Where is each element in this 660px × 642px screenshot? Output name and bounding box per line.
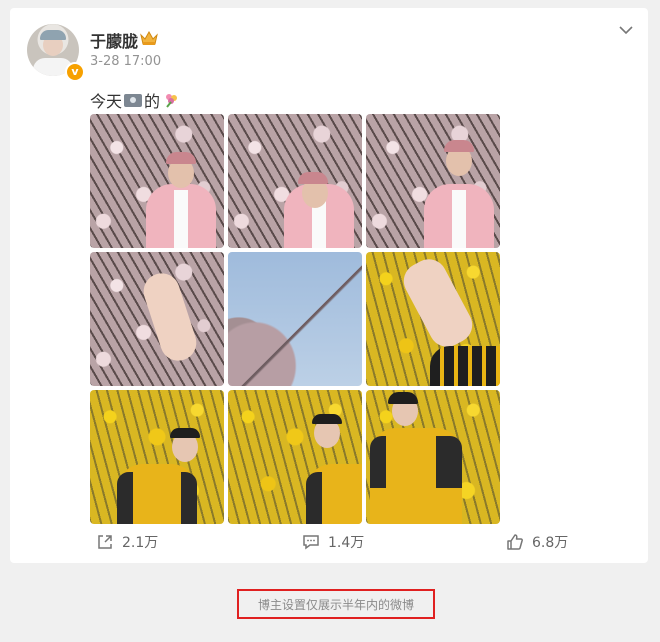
- comment-button[interactable]: 1.4万: [302, 532, 364, 552]
- photo-6[interactable]: [366, 252, 500, 386]
- username[interactable]: 于朦胧: [90, 28, 138, 52]
- photo-subject: [370, 428, 462, 524]
- photo-2[interactable]: [228, 114, 362, 248]
- photo-7[interactable]: [90, 390, 224, 524]
- photo-5[interactable]: [228, 252, 362, 386]
- post-text: 今天 的: [90, 88, 179, 112]
- photo-subject-hair: [170, 428, 200, 438]
- photo-subject: [146, 184, 216, 248]
- flower-emoji-icon: [166, 94, 178, 108]
- share-count: 2.1万: [122, 535, 159, 551]
- crown-icon: [140, 30, 158, 45]
- photo-sleeve: [430, 346, 500, 386]
- photo-hand: [397, 252, 479, 354]
- photo-subject-hat: [166, 152, 196, 164]
- photo-subject-hat: [298, 172, 328, 184]
- photo-hand: [138, 268, 202, 366]
- photo-8[interactable]: [228, 390, 362, 524]
- share-icon: [98, 535, 112, 549]
- timeline-limit-notice: 博主设置仅展示半年内的微博: [237, 589, 435, 619]
- thumbs-up-icon: [507, 534, 523, 550]
- photo-3[interactable]: [366, 114, 500, 248]
- action-bar: 2.1万 1.4万 6.8万: [10, 528, 648, 558]
- photo-1[interactable]: [90, 114, 224, 248]
- chevron-down-icon[interactable]: [618, 24, 634, 36]
- photo-subject: [117, 464, 197, 524]
- post-card: v 于朦胧 3-28 17:00 今天 的 2.1万 1.4万 6.8万: [10, 8, 648, 563]
- photo-9[interactable]: [366, 390, 500, 524]
- avatar-cap: [40, 30, 66, 40]
- post-text-before: 今天: [90, 92, 123, 111]
- like-button[interactable]: 6.8万: [506, 532, 568, 552]
- photo-subject-hair: [388, 392, 418, 404]
- photo-subject-hat: [444, 140, 474, 152]
- post-text-after: 的: [144, 92, 161, 111]
- like-count: 6.8万: [532, 535, 569, 551]
- post-timestamp[interactable]: 3-28 17:00: [90, 54, 161, 69]
- comment-count: 1.4万: [328, 535, 365, 551]
- camera-emoji-icon: [124, 93, 143, 107]
- photo-subject-hair: [312, 414, 342, 424]
- share-button[interactable]: 2.1万: [96, 532, 158, 552]
- photo-subject: [306, 464, 362, 524]
- photo-4[interactable]: [90, 252, 224, 386]
- comment-icon: [303, 535, 319, 550]
- photo-subject: [424, 184, 494, 248]
- verified-badge-icon: v: [65, 62, 85, 82]
- photo-grid: [90, 114, 500, 524]
